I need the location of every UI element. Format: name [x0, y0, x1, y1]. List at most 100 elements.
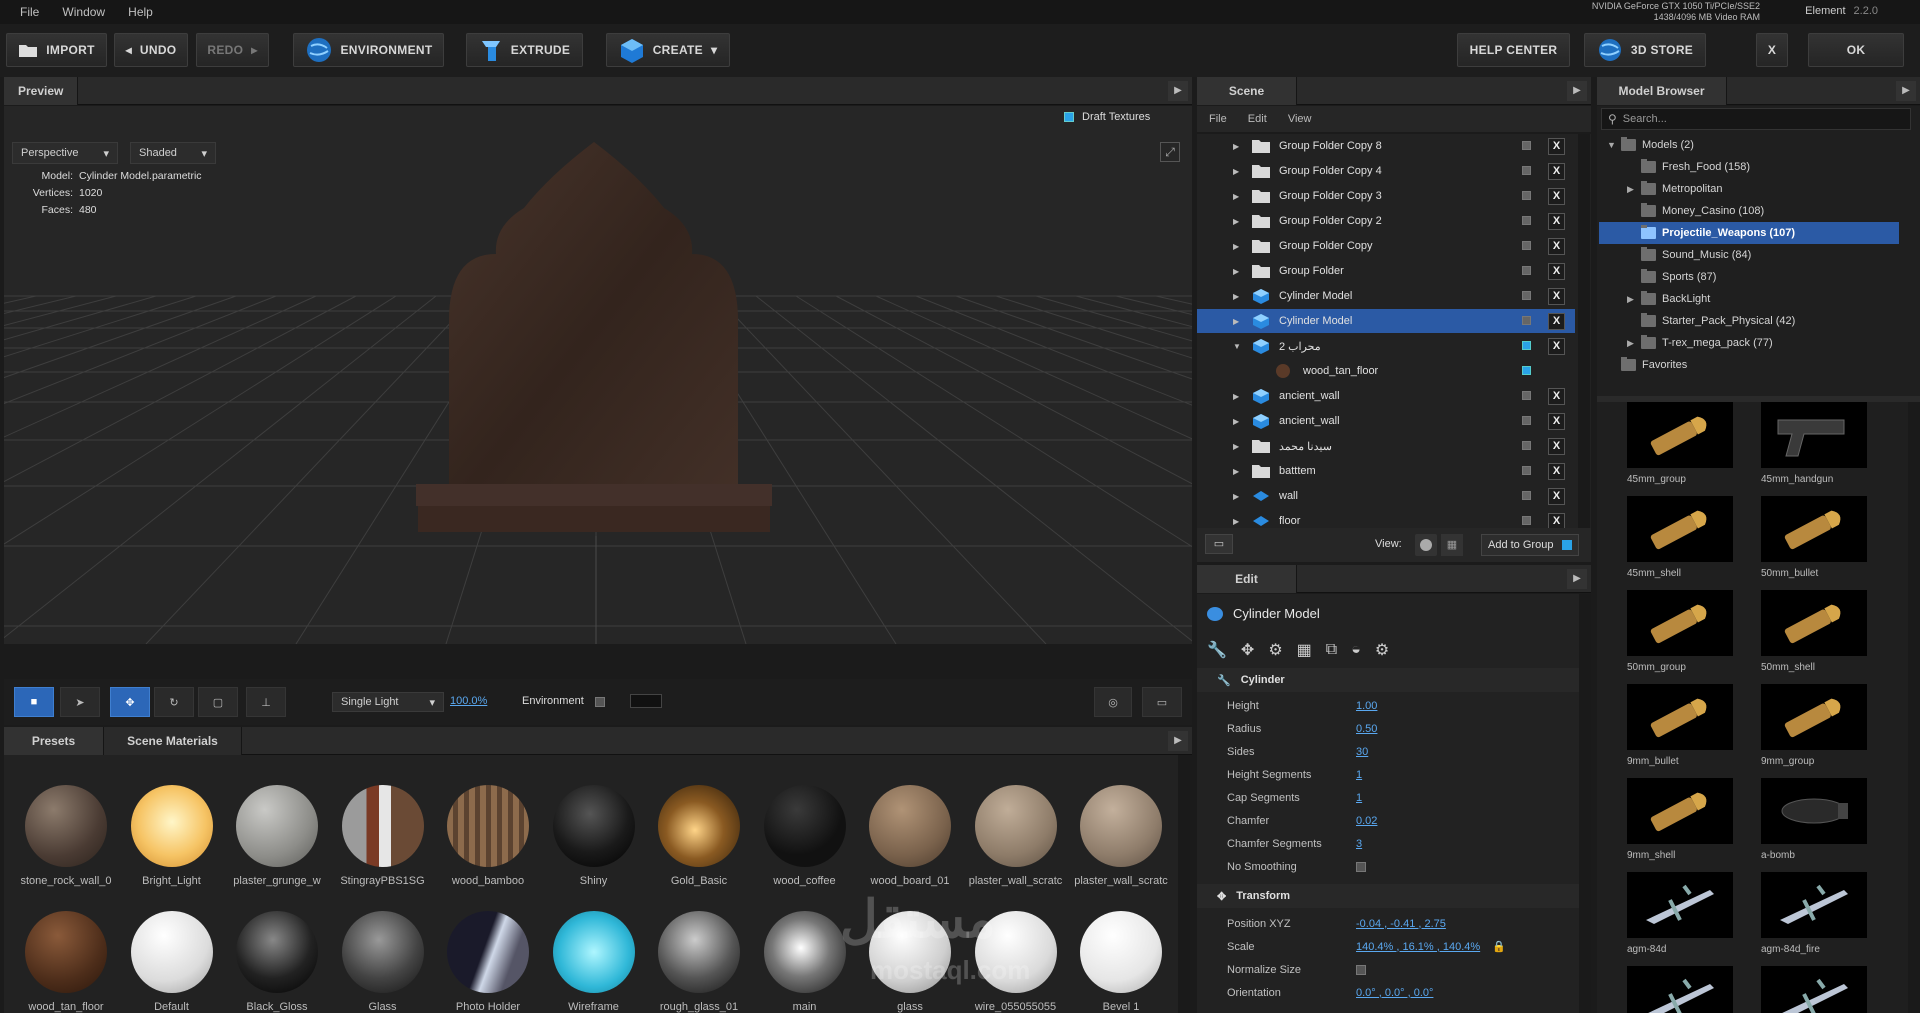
chevron-right-icon[interactable]: ▶: [1233, 492, 1245, 501]
visibility-toggle[interactable]: [1522, 266, 1531, 275]
scene-row[interactable]: ▶ wall X: [1197, 484, 1575, 508]
deform-icon[interactable]: ◒: [1351, 641, 1361, 659]
chevron-right-icon[interactable]: ▶: [1233, 417, 1245, 426]
panel-expand-icon[interactable]: ▶: [1567, 81, 1587, 101]
visibility-toggle[interactable]: [1522, 516, 1531, 525]
scene-menu-file[interactable]: File: [1209, 113, 1227, 125]
create-button[interactable]: CREATE ▾: [606, 33, 730, 67]
model-thumbnail[interactable]: 9mm_shell: [1627, 778, 1733, 861]
visibility-toggle[interactable]: [1522, 141, 1531, 150]
tree-item[interactable]: ▼ Models (2): [1599, 134, 1899, 156]
model-thumbnail[interactable]: agm-84d: [1627, 872, 1733, 955]
tab-model-browser[interactable]: Model Browser: [1597, 77, 1727, 105]
property-value[interactable]: -0.04 , -0.41 , 2.75: [1356, 918, 1446, 930]
scene-row[interactable]: ▶ Group Folder X: [1197, 259, 1575, 283]
visibility-toggle[interactable]: [1522, 316, 1531, 325]
axis-tool-button[interactable]: ⊥: [246, 687, 286, 717]
model-thumbnail[interactable]: 9mm_group: [1761, 684, 1867, 767]
delete-icon[interactable]: X: [1548, 438, 1565, 455]
material-swatch[interactable]: plaster_wall_scratc: [966, 785, 1066, 887]
visibility-toggle[interactable]: [1522, 416, 1531, 425]
visibility-toggle[interactable]: [1522, 291, 1531, 300]
undo-button[interactable]: ◂ UNDO: [114, 33, 188, 67]
scale-tool-button[interactable]: ▢: [198, 687, 238, 717]
chevron-right-icon[interactable]: ▶: [1233, 442, 1245, 451]
visibility-toggle[interactable]: [1522, 366, 1531, 375]
scene-row[interactable]: ▶ Cylinder Model X: [1197, 309, 1575, 333]
property-value[interactable]: 3: [1356, 838, 1362, 850]
chevron-right-icon[interactable]: ▶: [1627, 294, 1641, 305]
panel-expand-icon[interactable]: ▶: [1168, 731, 1188, 751]
edit-scrollbar[interactable]: [1579, 594, 1591, 1013]
scene-row[interactable]: ▶ Group Folder Copy 4X: [1197, 159, 1575, 183]
light-intensity-value[interactable]: 100.0%: [450, 695, 487, 707]
chevron-down-icon[interactable]: ▼: [1233, 342, 1245, 351]
camera-tool-button[interactable]: ■: [14, 687, 54, 717]
lock-icon[interactable]: 🔒: [1492, 940, 1506, 953]
delete-icon[interactable]: X: [1548, 238, 1565, 255]
material-swatch[interactable]: Gold_Basic: [649, 785, 749, 887]
visibility-toggle[interactable]: [1522, 341, 1531, 350]
property-value[interactable]: 1.00: [1356, 700, 1377, 712]
visibility-toggle[interactable]: [1522, 241, 1531, 250]
chevron-right-icon[interactable]: ▶: [1233, 192, 1245, 201]
redo-button[interactable]: REDO ▸: [196, 33, 269, 67]
material-swatch[interactable]: plaster_wall_scratc: [1071, 785, 1171, 887]
material-swatch[interactable]: stone_rock_wall_0: [16, 785, 116, 887]
tab-scene-materials[interactable]: Scene Materials: [104, 727, 242, 755]
wrench-icon[interactable]: 🔧: [1207, 640, 1227, 660]
scene-row[interactable]: ▶ batttem X: [1197, 459, 1575, 483]
copy-icon[interactable]: ⧉: [1326, 641, 1337, 659]
delete-icon[interactable]: X: [1548, 388, 1565, 405]
model-thumbnail[interactable]: 50mm_shell: [1761, 590, 1867, 673]
scene-row[interactable]: ▶ Group Folder Copy 3X: [1197, 184, 1575, 208]
add-to-group-button[interactable]: Add to Group: [1481, 534, 1579, 556]
light-dropdown[interactable]: Single Light ▾: [332, 692, 444, 712]
model-thumbnail[interactable]: 45mm_shell: [1627, 496, 1733, 579]
chevron-right-icon[interactable]: ▶: [1233, 267, 1245, 276]
material-swatch[interactable]: Glass: [333, 911, 433, 1013]
visibility-toggle[interactable]: [1522, 166, 1531, 175]
tree-item[interactable]: Favorites: [1599, 354, 1899, 376]
chevron-right-icon[interactable]: ▶: [1233, 242, 1245, 251]
chevron-right-icon[interactable]: ▶: [1627, 184, 1641, 195]
scene-row[interactable]: ▶ Cylinder Model X: [1197, 284, 1575, 308]
view-grid-button[interactable]: ▦: [1441, 534, 1463, 556]
chevron-right-icon[interactable]: ▶: [1233, 142, 1245, 151]
property-value[interactable]: 0.50: [1356, 723, 1377, 735]
tab-preview[interactable]: Preview: [4, 77, 79, 105]
select-tool-button[interactable]: ➤: [60, 687, 100, 717]
move-icon[interactable]: ✥: [1241, 640, 1254, 660]
scene-row[interactable]: wood_tan_floor: [1197, 359, 1575, 383]
scene-row[interactable]: ▶ ancient_wall X: [1197, 409, 1575, 433]
focus-button[interactable]: ◎: [1094, 687, 1132, 717]
render-button[interactable]: ▭: [1142, 687, 1182, 717]
rotate-tool-button[interactable]: ↻: [154, 687, 194, 717]
model-thumbnail[interactable]: agm-84d_fire: [1761, 872, 1867, 955]
chevron-down-icon[interactable]: ▼: [1607, 140, 1621, 150]
model-thumbnail[interactable]: 50mm_group: [1627, 590, 1733, 673]
scene-row[interactable]: ▶ ancient_wall X: [1197, 384, 1575, 408]
chevron-right-icon[interactable]: ▶: [1627, 338, 1641, 349]
scene-row[interactable]: ▶ Group Folder Copy X: [1197, 234, 1575, 258]
material-swatch[interactable]: Bevel 1: [1071, 911, 1171, 1013]
checkbox[interactable]: [1356, 861, 1366, 872]
camera-dropdown[interactable]: Perspective ▾: [12, 142, 118, 164]
visibility-toggle[interactable]: [1522, 466, 1531, 475]
material-swatch[interactable]: rough_glass_01: [649, 911, 749, 1013]
delete-icon[interactable]: X: [1548, 338, 1565, 355]
delete-icon[interactable]: X: [1548, 288, 1565, 305]
tree-item[interactable]: ▶ T-rex_mega_pack (77): [1599, 332, 1899, 354]
material-swatch[interactable]: StingrayPBS1SG: [333, 785, 433, 887]
chevron-right-icon[interactable]: ▶: [1233, 317, 1245, 326]
menu-file[interactable]: File: [10, 0, 49, 24]
browser-scrollbar[interactable]: [1908, 402, 1920, 1013]
3d-store-button[interactable]: 3D STORE: [1584, 33, 1706, 67]
scene-menu-edit[interactable]: Edit: [1248, 113, 1267, 125]
transform-section-header[interactable]: ✥ Transform: [1197, 884, 1579, 908]
ok-button[interactable]: OK: [1808, 33, 1904, 67]
extrude-button[interactable]: EXTRUDE: [466, 33, 583, 67]
delete-icon[interactable]: X: [1548, 413, 1565, 430]
tree-item[interactable]: Money_Casino (108): [1599, 200, 1899, 222]
delete-icon[interactable]: X: [1548, 488, 1565, 505]
